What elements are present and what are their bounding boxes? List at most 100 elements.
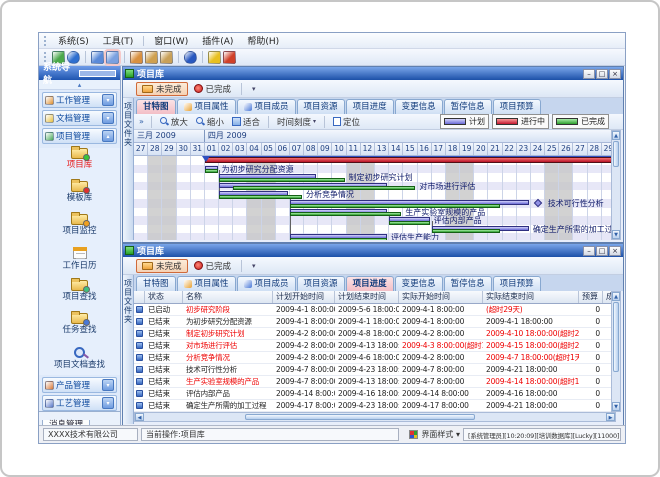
sidebar-group-top-1[interactable]: 文档管理▾: [42, 110, 117, 126]
actual-bar[interactable]: [290, 238, 387, 240]
finished-filter-button[interactable]: 已完成: [188, 82, 238, 96]
gantt-tab-6[interactable]: 暂停信息: [444, 99, 492, 114]
expand-group-button[interactable]: ▾: [102, 397, 114, 409]
sidebar-item-1[interactable]: 模板库: [39, 181, 120, 210]
actual-bar[interactable]: [432, 229, 501, 233]
pin-icon[interactable]: [79, 70, 117, 77]
sidebar-group-top-0[interactable]: 工作管理▾: [42, 92, 117, 108]
gantt-tab-2[interactable]: 项目成员: [237, 99, 296, 114]
minimize-button[interactable]: –: [583, 69, 595, 79]
progress-tab-3[interactable]: 项目资源: [297, 276, 345, 291]
interface-style-dropdown[interactable]: 界面样式 ▾: [421, 429, 460, 440]
help-icon[interactable]: [184, 51, 197, 64]
actual-bar[interactable]: [290, 212, 401, 216]
exit-icon[interactable]: [223, 51, 236, 64]
progress-tab-2[interactable]: 项目成员: [237, 276, 296, 291]
table-row[interactable]: 已结束对市场进行评估2009-4-2 8:00:002009-4-13 18:0…: [134, 340, 616, 352]
scroll-down-button[interactable]: ▼: [612, 402, 620, 411]
table-row[interactable]: 已结束为初步研究分配资源2009-4-1 8:00:002009-4-1 18:…: [134, 316, 616, 328]
scroll-up-button[interactable]: ▲: [612, 131, 620, 140]
zoom-in-button[interactable]: 放大: [156, 115, 192, 128]
actual-bar[interactable]: [389, 221, 429, 225]
column-header-5[interactable]: 实际开始时间: [399, 291, 483, 303]
doc-edit-icon[interactable]: [145, 51, 158, 64]
table-row[interactable]: 已结束分析竞争情况2009-4-2 8:00:002009-4-6 18:00:…: [134, 352, 616, 364]
table-row[interactable]: 已结束技术可行性分析2009-4-7 8:00:002009-4-23 18:0…: [134, 364, 616, 376]
sidebar-item-2[interactable]: 项目监控: [39, 214, 120, 243]
actual-bar[interactable]: [205, 169, 218, 173]
scroll-thumb[interactable]: [245, 414, 475, 420]
locate-button[interactable]: 定位: [329, 115, 364, 128]
gantt-tab-5[interactable]: 变更信息: [395, 99, 443, 114]
column-header-6[interactable]: 实际结束时间: [483, 291, 579, 303]
toolbar-overflow-dropdown[interactable]: ▾: [252, 85, 256, 93]
scroll-thumb[interactable]: [613, 302, 619, 372]
table-row[interactable]: 已结束制定初步研究计划2009-4-2 8:00:002009-4-8 18:0…: [134, 328, 616, 340]
table-row[interactable]: 已启动初步研究阶段2009-4-1 8:00:002009-5-6 18:00:…: [134, 304, 616, 316]
close-button[interactable]: ×: [609, 246, 621, 256]
menu-item-4[interactable]: 插件(A): [195, 33, 240, 48]
progress-tab-5[interactable]: 变更信息: [395, 276, 443, 291]
timescale-dropdown[interactable]: 时间刻度▾: [273, 115, 320, 128]
gantt-tab-3[interactable]: 项目资源: [297, 99, 345, 114]
collapse-group-button[interactable]: ▴: [102, 130, 114, 142]
table-vertical-scrollbar[interactable]: ▲ ▼: [611, 291, 621, 412]
menu-item-1[interactable]: 工具(T): [96, 33, 141, 48]
doc-remove-icon[interactable]: [160, 51, 173, 64]
gantt-tab-7[interactable]: 项目预算: [493, 99, 541, 114]
column-header-1[interactable]: 状态: [145, 291, 183, 303]
project-folder-side-tab[interactable]: 项目文件夹: [123, 275, 134, 424]
sidebar-item-5[interactable]: 任务查找: [39, 313, 120, 342]
progress-tab-0[interactable]: 甘特图: [136, 276, 176, 291]
minimize-button[interactable]: –: [583, 246, 595, 256]
progress-tab-1[interactable]: 项目属性: [177, 276, 236, 291]
actual-bar[interactable]: [290, 204, 501, 208]
chevron-overflow-button[interactable]: »: [136, 117, 147, 126]
sidebar-item-4[interactable]: 项目查找: [39, 280, 120, 309]
scroll-thumb[interactable]: [613, 141, 619, 167]
maximize-button[interactable]: □: [596, 246, 608, 256]
zoom-out-button[interactable]: 缩小: [192, 115, 228, 128]
fit-button[interactable]: 适合: [228, 115, 264, 128]
gantt-vertical-scrollbar[interactable]: ▲ ▼: [611, 130, 621, 240]
sidebar-item-0[interactable]: 项目库: [39, 148, 120, 177]
maximize-button[interactable]: □: [596, 69, 608, 79]
progress-tab-6[interactable]: 暂停信息: [444, 276, 492, 291]
actual-bar[interactable]: [219, 178, 344, 182]
doc-add-icon[interactable]: [130, 51, 143, 64]
close-button[interactable]: ×: [609, 69, 621, 79]
column-header-4[interactable]: 计划结束时间: [335, 291, 399, 303]
save-icon[interactable]: [106, 51, 119, 64]
gantt-tab-4[interactable]: 项目进度: [346, 99, 394, 114]
scroll-down-button[interactable]: ▼: [612, 230, 620, 239]
column-header-0[interactable]: [134, 291, 145, 303]
progress-tab-7[interactable]: 项目预算: [493, 276, 541, 291]
sidebar-group-top-2[interactable]: 项目管理▴: [42, 128, 117, 144]
menu-item-0[interactable]: 系统(S): [51, 33, 96, 48]
table-row[interactable]: 已结束生产实验室规模的产品2009-4-7 8:00:002009-4-13 1…: [134, 376, 616, 388]
expand-group-button[interactable]: ▾: [102, 94, 114, 106]
expand-group-button[interactable]: ▾: [102, 379, 114, 391]
menu-item-5[interactable]: 帮助(H): [240, 33, 286, 48]
toolbar-overflow-dropdown[interactable]: ▾: [252, 262, 256, 270]
lock-icon[interactable]: [208, 51, 221, 64]
column-header-3[interactable]: 计划开始时间: [273, 291, 335, 303]
sidebar-group-bottom-0[interactable]: 产品管理▾: [42, 377, 117, 393]
scroll-up-button[interactable]: ▲: [612, 292, 620, 301]
finished-filter-button[interactable]: 已完成: [188, 259, 238, 273]
scroll-left-button[interactable]: ◀: [135, 413, 144, 421]
column-header-7[interactable]: 预算: [579, 291, 603, 303]
column-header-2[interactable]: 名称: [183, 291, 273, 303]
table-row[interactable]: 已结束评估内部产品2009-4-14 8:00:002009-4-16 18:0…: [134, 388, 616, 400]
sidebar-group-bottom-1[interactable]: 工艺管理▾: [42, 395, 117, 411]
table-row[interactable]: 已结束确定生产所需的加工过程2009-4-17 8:00:002009-4-23…: [134, 400, 616, 412]
progress-tab-4[interactable]: 项目进度: [346, 276, 394, 291]
actual-bar[interactable]: [219, 195, 302, 199]
table-horizontal-scrollbar[interactable]: ◀ ▶: [134, 412, 616, 422]
project-folder-side-tab[interactable]: 项目文件夹: [123, 98, 134, 240]
expand-group-button[interactable]: ▾: [102, 112, 114, 124]
sidebar-item-3[interactable]: 工作日历: [39, 247, 120, 276]
gantt-tab-0[interactable]: 甘特图: [136, 99, 176, 114]
summary-task-bar[interactable]: [205, 157, 616, 163]
menu-item-3[interactable]: 窗口(W): [147, 33, 195, 48]
